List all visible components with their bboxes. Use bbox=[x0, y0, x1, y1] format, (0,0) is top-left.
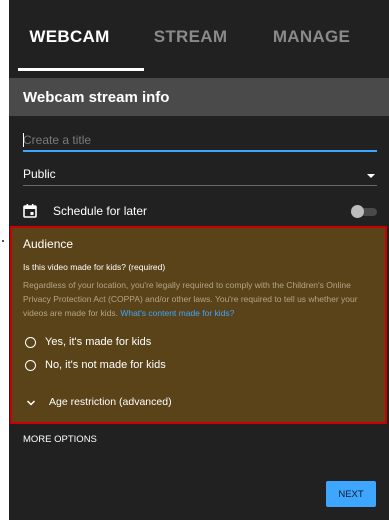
tab-bar: WEBCAM STREAM MANAGE bbox=[9, 0, 389, 72]
audience-description: Regardless of your location, you're lega… bbox=[23, 278, 379, 320]
audience-question: Is this video made for kids? (required) bbox=[23, 262, 166, 272]
schedule-label: Schedule for later bbox=[53, 204, 148, 218]
text-cursor bbox=[23, 133, 24, 147]
tab-stream[interactable]: STREAM bbox=[130, 0, 251, 72]
visibility-selected-value: Public bbox=[23, 167, 56, 181]
schedule-row: Schedule for later bbox=[23, 200, 377, 222]
section-header: Webcam stream info bbox=[9, 78, 389, 116]
calendar-icon bbox=[23, 204, 37, 218]
tab-webcam[interactable]: WEBCAM bbox=[9, 0, 130, 72]
radio-not-made-for-kids[interactable]: No, it's not made for kids bbox=[25, 357, 166, 373]
radio-made-for-kids[interactable]: Yes, it's made for kids bbox=[25, 334, 151, 350]
page-background bbox=[0, 0, 9, 520]
audience-section: Audience Is this video made for kids? (r… bbox=[10, 226, 387, 424]
title-input[interactable] bbox=[23, 130, 377, 152]
radio-circle[interactable] bbox=[25, 336, 36, 348]
next-button[interactable]: NEXT bbox=[326, 481, 376, 507]
radio-label: No, it's not made for kids bbox=[45, 359, 166, 371]
section-title: Webcam stream info bbox=[23, 88, 170, 106]
visibility-select[interactable]: Public bbox=[23, 163, 377, 186]
tab-manage[interactable]: MANAGE bbox=[251, 0, 372, 72]
schedule-toggle[interactable] bbox=[351, 205, 377, 218]
age-restriction-label: Age restriction (advanced) bbox=[49, 396, 172, 408]
audience-title: Audience bbox=[23, 237, 74, 251]
chevron-down-icon bbox=[25, 396, 37, 408]
more-options-link[interactable]: MORE OPTIONS bbox=[23, 434, 97, 445]
go-live-panel: WEBCAM STREAM MANAGE Webcam stream info … bbox=[9, 0, 389, 520]
page-mark bbox=[2, 240, 4, 242]
age-restriction-toggle[interactable]: Age restriction (advanced) bbox=[25, 394, 172, 410]
dropdown-arrow-icon bbox=[367, 174, 375, 178]
radio-label: Yes, it's made for kids bbox=[45, 336, 152, 348]
toggle-knob[interactable] bbox=[351, 205, 364, 218]
made-for-kids-link[interactable]: What's content made for kids? bbox=[120, 308, 234, 318]
radio-circle[interactable] bbox=[25, 359, 36, 371]
active-tab-indicator bbox=[18, 68, 144, 71]
